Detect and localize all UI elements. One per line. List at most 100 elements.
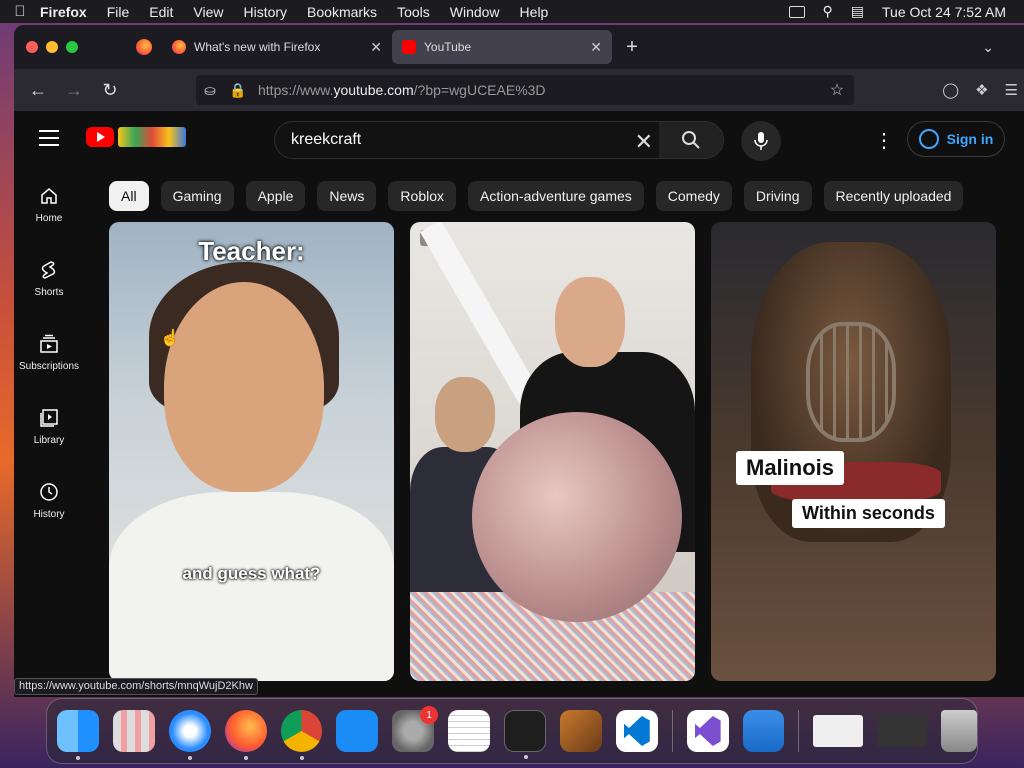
system-settings-icon[interactable]: 1	[392, 706, 439, 752]
thumbnail-label-malinois: Malinois	[736, 451, 845, 485]
sidebar-item-shorts[interactable]: Shorts	[14, 241, 84, 315]
app-menu-icon[interactable]: ☰	[1005, 81, 1018, 99]
search-button[interactable]	[659, 122, 723, 158]
short-thumbnail-malinois[interactable]: Malinois Within seconds	[711, 222, 996, 681]
preview-window-thumbnail[interactable]	[813, 715, 864, 747]
clock[interactable]: Tue Oct 24 7:52 AM	[882, 4, 1006, 20]
chip-news[interactable]: News	[317, 181, 377, 211]
menu-history[interactable]: History	[243, 4, 287, 20]
textedit-icon[interactable]	[448, 710, 490, 752]
weather-icon[interactable]	[742, 710, 785, 752]
tab-strip: What's new with Firefox ✕ YouTube ✕ + ⌄	[14, 25, 1024, 69]
menu-bar:  Firefox File Edit View History Bookmar…	[0, 0, 1024, 23]
tab-whats-new[interactable]: What's new with Firefox ✕	[162, 25, 392, 69]
safari-icon[interactable]	[168, 710, 211, 760]
navigation-bar: ← → ↻ ⛀ 🔒 https://www.youtube.com/?bp=wg…	[14, 69, 1024, 111]
close-window-button[interactable]	[26, 41, 38, 53]
screen-mirroring-icon[interactable]	[788, 5, 805, 18]
visual-studio-icon[interactable]	[686, 710, 729, 752]
reload-button[interactable]: ↻	[92, 80, 128, 101]
minimize-window-button[interactable]	[46, 41, 58, 53]
tracking-protection-shield-icon[interactable]: ⛀	[196, 82, 224, 99]
trash-icon[interactable]	[941, 710, 977, 752]
shorts-icon	[38, 259, 60, 281]
chip-recently-uploaded[interactable]: Recently uploaded	[823, 181, 964, 211]
terminal-icon[interactable]	[504, 710, 546, 759]
forward-button[interactable]: →	[56, 80, 92, 101]
menu-app-name[interactable]: Firefox	[40, 4, 87, 20]
chip-apple[interactable]: Apple	[245, 181, 306, 211]
short-thumbnail-sprinkle-ball[interactable]	[410, 222, 695, 681]
youtube-icon	[402, 40, 416, 54]
list-all-tabs-icon[interactable]: ⌄	[982, 39, 994, 56]
garageband-icon[interactable]	[559, 710, 602, 752]
apple-icon[interactable]: 	[0, 3, 40, 20]
close-tab-icon[interactable]: ✕	[370, 39, 382, 56]
search-box[interactable]: kreekcraft ✕	[274, 121, 724, 159]
lock-icon[interactable]: 🔒	[224, 82, 252, 99]
pocket-icon[interactable]: ◯	[942, 81, 959, 99]
filter-chips: All Gaming Apple News Roblox Action-adve…	[109, 181, 964, 211]
sidebar-label: Library	[33, 434, 65, 446]
short-thumbnail-teacher[interactable]: Teacher: and guess what?	[109, 222, 394, 681]
settings-kebab-icon[interactable]: ⋮	[874, 128, 894, 153]
control-center-icon[interactable]: ▤	[851, 3, 864, 20]
clear-search-icon[interactable]: ✕	[635, 129, 653, 155]
browser-window: What's new with Firefox ✕ YouTube ✕ + ⌄ …	[14, 25, 1024, 697]
chrome-icon[interactable]	[280, 710, 323, 760]
mouse-pointer-hand-icon: ☝	[160, 330, 180, 347]
sidebar-item-home[interactable]: Home	[14, 167, 84, 241]
history-icon	[38, 481, 60, 503]
address-bar[interactable]: ⛀ 🔒 https://www.youtube.com/?bp=wgUCEAE%…	[196, 75, 854, 105]
sidebar-label: Shorts	[34, 286, 64, 298]
url-text[interactable]: https://www.youtube.com/?bp=wgUCEAE%3D	[252, 82, 546, 98]
tab-label: What's new with Firefox	[194, 40, 321, 54]
chrome-window-thumbnail[interactable]	[877, 715, 928, 747]
search-input[interactable]: kreekcraft	[275, 131, 361, 149]
menu-bookmarks[interactable]: Bookmarks	[307, 4, 377, 20]
dock: 1	[46, 698, 978, 764]
close-tab-icon[interactable]: ✕	[590, 39, 602, 56]
back-button[interactable]: ←	[20, 80, 56, 101]
sign-in-button[interactable]: Sign in	[907, 121, 1005, 157]
spotlight-search-icon[interactable]: ⚲	[823, 3, 833, 20]
menu-tools[interactable]: Tools	[397, 4, 430, 20]
chip-driving[interactable]: Driving	[743, 181, 812, 211]
hamburger-menu-icon[interactable]	[39, 130, 59, 146]
menu-window[interactable]: Window	[450, 4, 500, 20]
new-tab-button[interactable]: +	[612, 36, 652, 59]
thumbnail-caption-overlay: and guess what?	[182, 564, 321, 583]
sidebar-label: History	[33, 508, 65, 520]
tab-youtube[interactable]: YouTube ✕	[392, 30, 612, 64]
extensions-icon[interactable]: ❖	[975, 81, 988, 99]
menu-help[interactable]: Help	[520, 4, 549, 20]
pinned-tab-firefox[interactable]	[126, 25, 162, 69]
shorts-grid: Teacher: and guess what? Malinois Within…	[109, 222, 996, 681]
thumbnail-label-within-seconds: Within seconds	[792, 499, 945, 528]
firefox-icon	[136, 39, 152, 55]
firefox-icon	[172, 40, 186, 54]
library-icon	[38, 407, 60, 429]
zoom-window-button[interactable]	[66, 41, 78, 53]
chip-all[interactable]: All	[109, 181, 149, 211]
chip-gaming[interactable]: Gaming	[160, 181, 234, 211]
vscode-icon[interactable]	[615, 710, 658, 752]
chip-action-adventure-games[interactable]: Action-adventure games	[468, 181, 644, 211]
chip-comedy[interactable]: Comedy	[655, 181, 732, 211]
finder-icon[interactable]	[57, 710, 99, 760]
menu-view[interactable]: View	[193, 4, 223, 20]
chip-roblox[interactable]: Roblox	[388, 181, 457, 211]
sidebar-item-subscriptions[interactable]: Subscriptions	[14, 315, 84, 389]
voice-search-button[interactable]	[741, 121, 781, 161]
sidebar-item-history[interactable]: History	[14, 463, 84, 537]
app-store-icon[interactable]	[336, 710, 379, 752]
menu-edit[interactable]: Edit	[149, 4, 173, 20]
launchpad-icon[interactable]	[112, 710, 155, 752]
bookmark-star-icon[interactable]: ☆	[820, 80, 854, 100]
tab-label: YouTube	[424, 40, 472, 54]
firefox-icon[interactable]	[224, 710, 267, 760]
sidebar-label: Subscriptions	[18, 360, 80, 372]
menu-file[interactable]: File	[107, 4, 130, 20]
youtube-logo[interactable]	[86, 127, 186, 147]
sidebar-item-library[interactable]: Library	[14, 389, 84, 463]
